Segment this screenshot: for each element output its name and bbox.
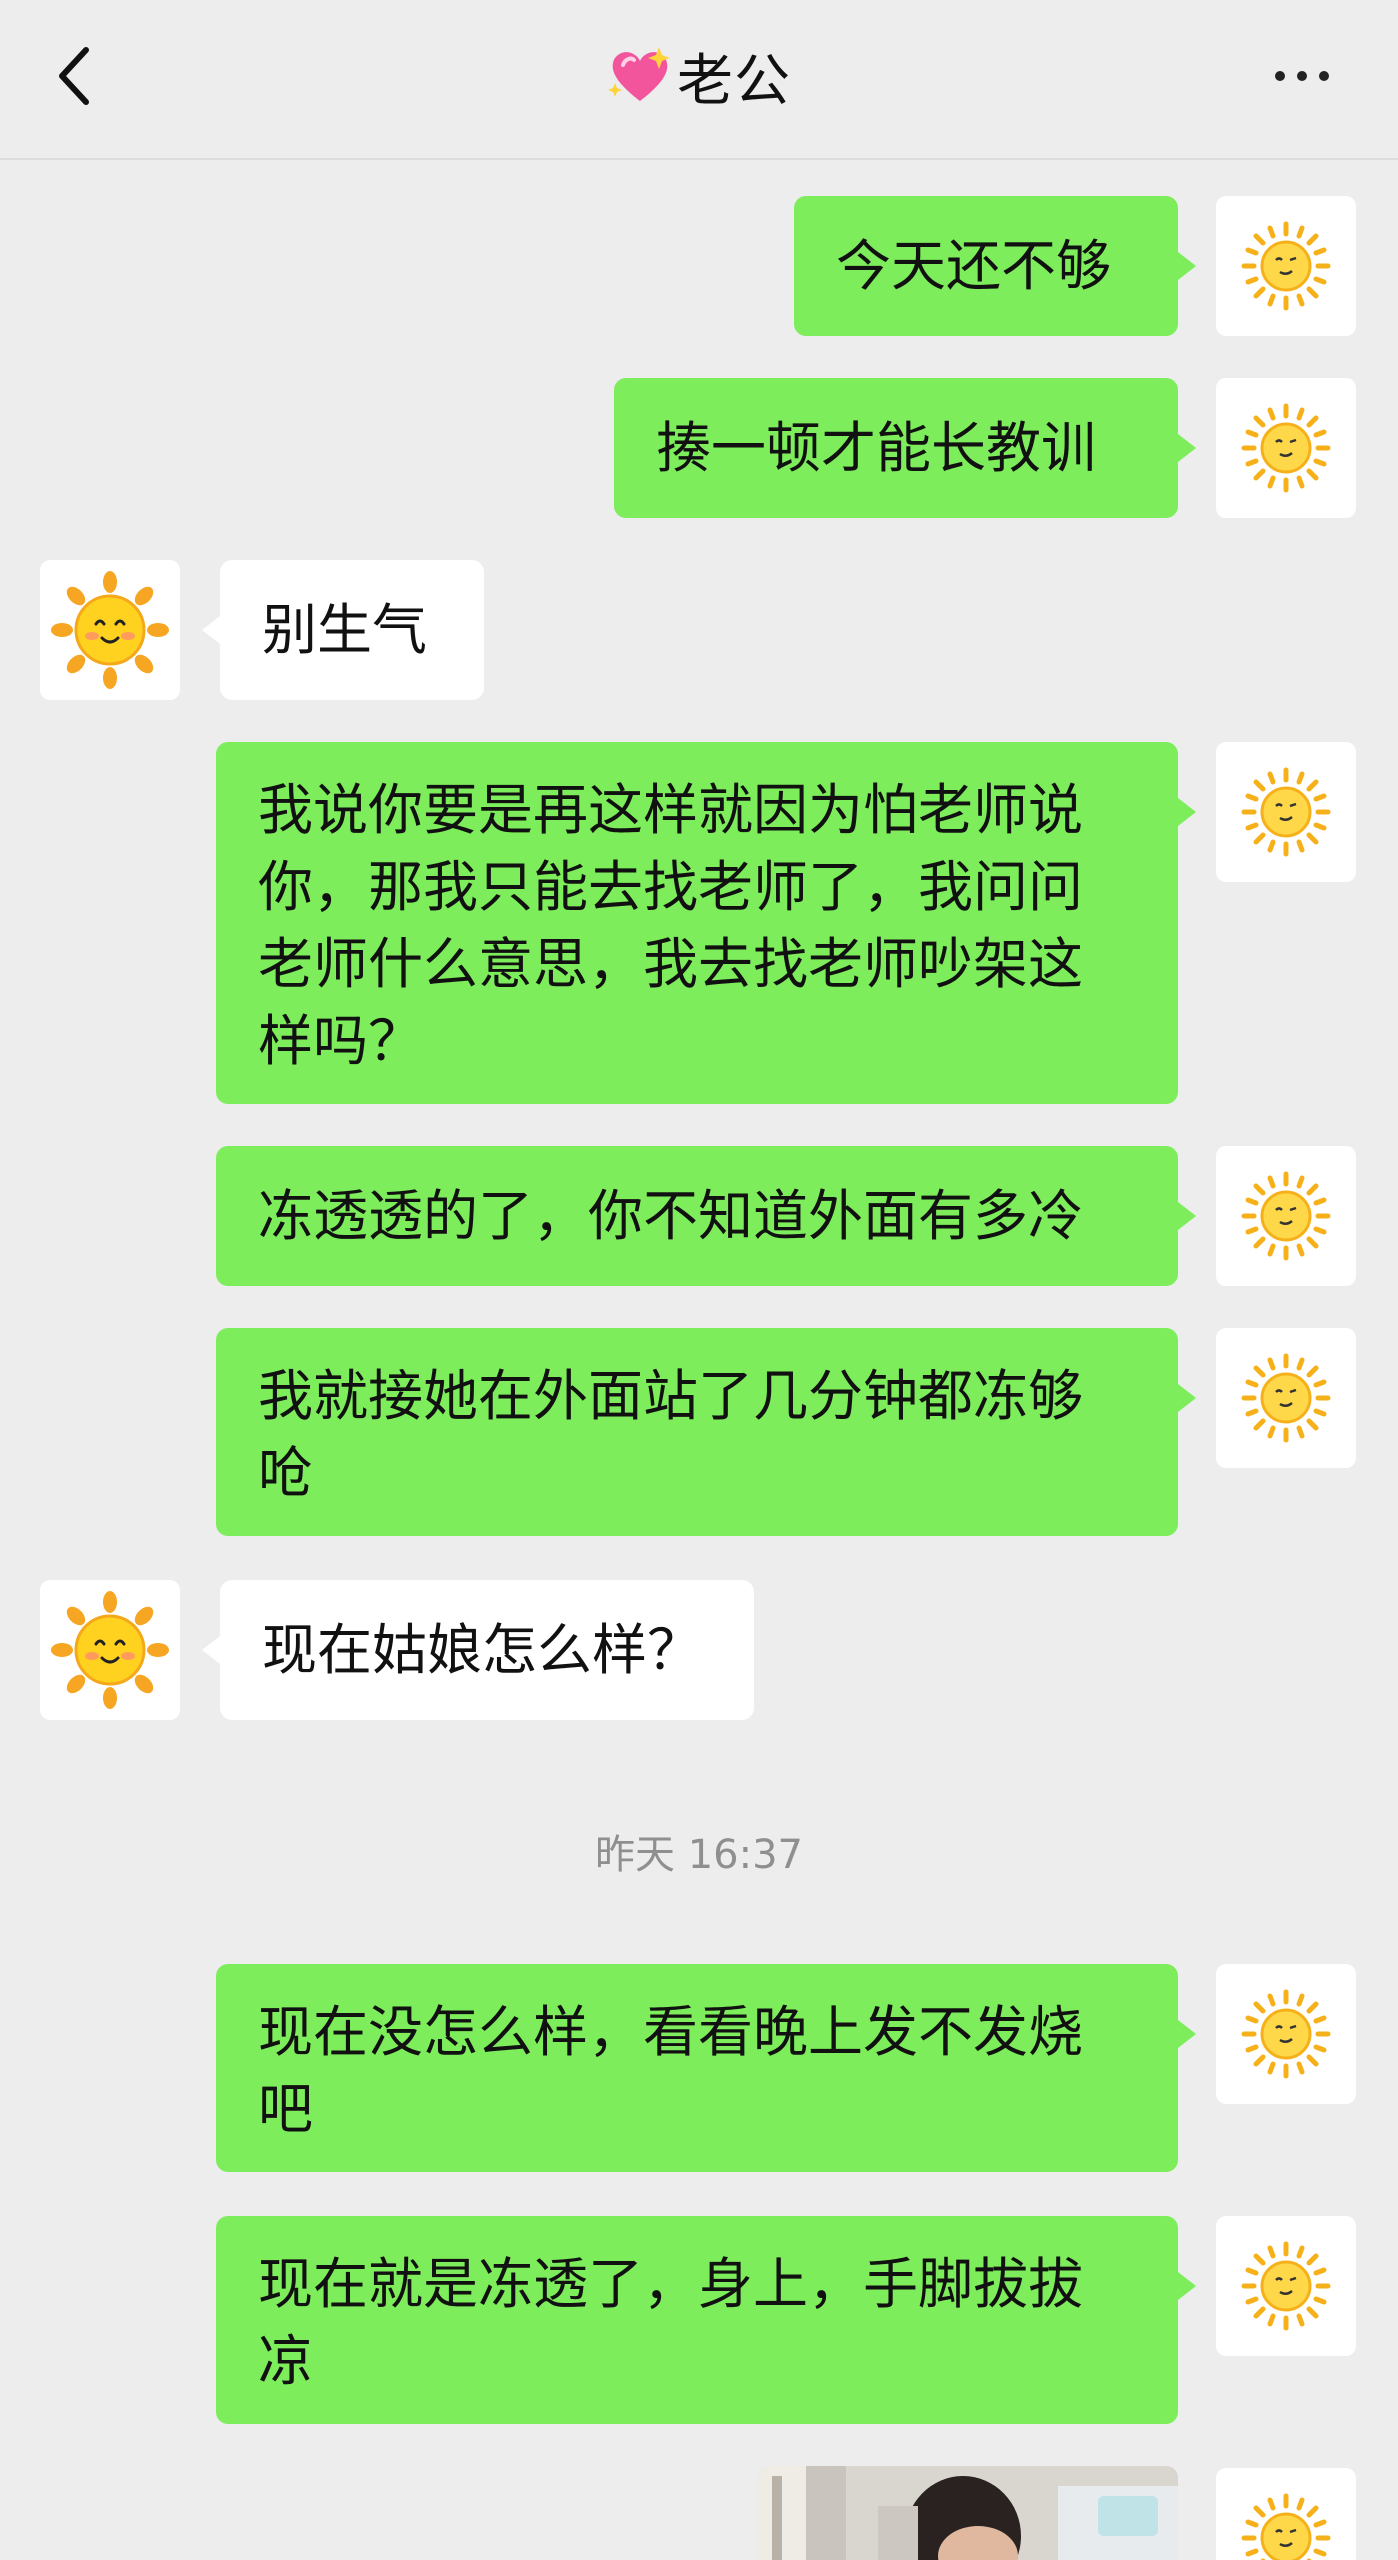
message-text: 冻透透的了，你不知道外面有多冷	[258, 1183, 1084, 1248]
message-text: 现在姑娘怎么样？	[262, 1617, 703, 1682]
sent-message-bubble[interactable]: 今天还不够	[794, 196, 1196, 336]
sun-emoji-icon	[1216, 196, 1356, 336]
sun-emoji-icon	[1216, 742, 1356, 882]
my-avatar[interactable]	[1216, 1328, 1356, 1468]
message-text-line: 我就接她在外面站了几分钟都冻够	[258, 1364, 1084, 1428]
contact-avatar[interactable]	[40, 1580, 180, 1720]
sun-emoji-icon	[1216, 1146, 1356, 1286]
sparkling-heart-icon	[608, 47, 670, 101]
chat-header: 老公	[0, 0, 1398, 160]
sent-message-bubble[interactable]: 我就接她在外面站了几分钟都冻够 呛	[216, 1328, 1196, 1536]
sent-message-bubble[interactable]: 揍一顿才能长教训	[614, 378, 1196, 518]
sun-emoji-icon	[1216, 1328, 1356, 1468]
message-text-line: 现在没怎么样，看看晚上发不发烧	[258, 2000, 1084, 2064]
received-message-bubble[interactable]: 现在姑娘怎么样？	[202, 1580, 754, 1720]
sun-emoji-icon	[1216, 2216, 1356, 2356]
message-text-line: 凉	[258, 2329, 314, 2393]
chat-title: 老公	[0, 40, 1398, 114]
sent-message-bubble[interactable]: 现在没怎么样，看看晚上发不发烧 吧	[216, 1964, 1196, 2172]
message-text-line: 现在就是冻透了，身上，手脚拔拔	[258, 2252, 1084, 2316]
message-text-line: 呛	[258, 1441, 314, 1505]
message-text: 别生气	[262, 597, 428, 662]
more-options-button[interactable]	[1262, 56, 1342, 96]
message-text-line: 你，那我只能去找老师了，我问问	[258, 855, 1084, 919]
more-dot	[1319, 71, 1329, 81]
sun-emoji-icon	[1216, 2468, 1356, 2560]
smiling-sun-icon	[49, 1589, 171, 1711]
message-text-line: 吧	[258, 2077, 314, 2141]
sent-message-bubble[interactable]: 我说你要是再这样就因为怕老师说 你，那我只能去找老师了，我问问 老师什么意思，我…	[216, 742, 1196, 1104]
message-timestamp: 昨天 16:37	[595, 1832, 803, 1878]
my-avatar[interactable]	[1216, 742, 1356, 882]
message-text: 今天还不够	[836, 233, 1112, 298]
message-text-line: 我说你要是再这样就因为怕老师说	[258, 778, 1084, 842]
my-avatar[interactable]	[1216, 2468, 1356, 2560]
my-avatar[interactable]	[1216, 196, 1356, 336]
chat-title-text: 老公	[677, 48, 791, 114]
my-avatar[interactable]	[1216, 378, 1356, 518]
more-dot	[1297, 71, 1307, 81]
my-avatar[interactable]	[1216, 2216, 1356, 2356]
message-text-line: 样吗？	[258, 1009, 424, 1073]
sent-message-bubble[interactable]: 现在就是冻透了，身上，手脚拔拔 凉	[216, 2216, 1196, 2424]
sun-emoji-icon	[1216, 378, 1356, 518]
message-text: 揍一顿才能长教训	[656, 415, 1097, 480]
contact-avatar[interactable]	[40, 560, 180, 700]
sent-message-bubble[interactable]: 冻透透的了，你不知道外面有多冷	[216, 1146, 1196, 1286]
sun-emoji-icon	[1216, 1964, 1356, 2104]
photo-message[interactable]	[758, 2466, 1178, 2560]
photo-thumbnail	[758, 2466, 1178, 2560]
my-avatar[interactable]	[1216, 1146, 1356, 1286]
received-message-bubble[interactable]: 别生气	[202, 560, 484, 700]
more-dot	[1275, 71, 1285, 81]
smiling-sun-icon	[49, 569, 171, 691]
my-avatar[interactable]	[1216, 1964, 1356, 2104]
message-text-line: 老师什么意思，我去找老师吵架这	[258, 932, 1084, 996]
